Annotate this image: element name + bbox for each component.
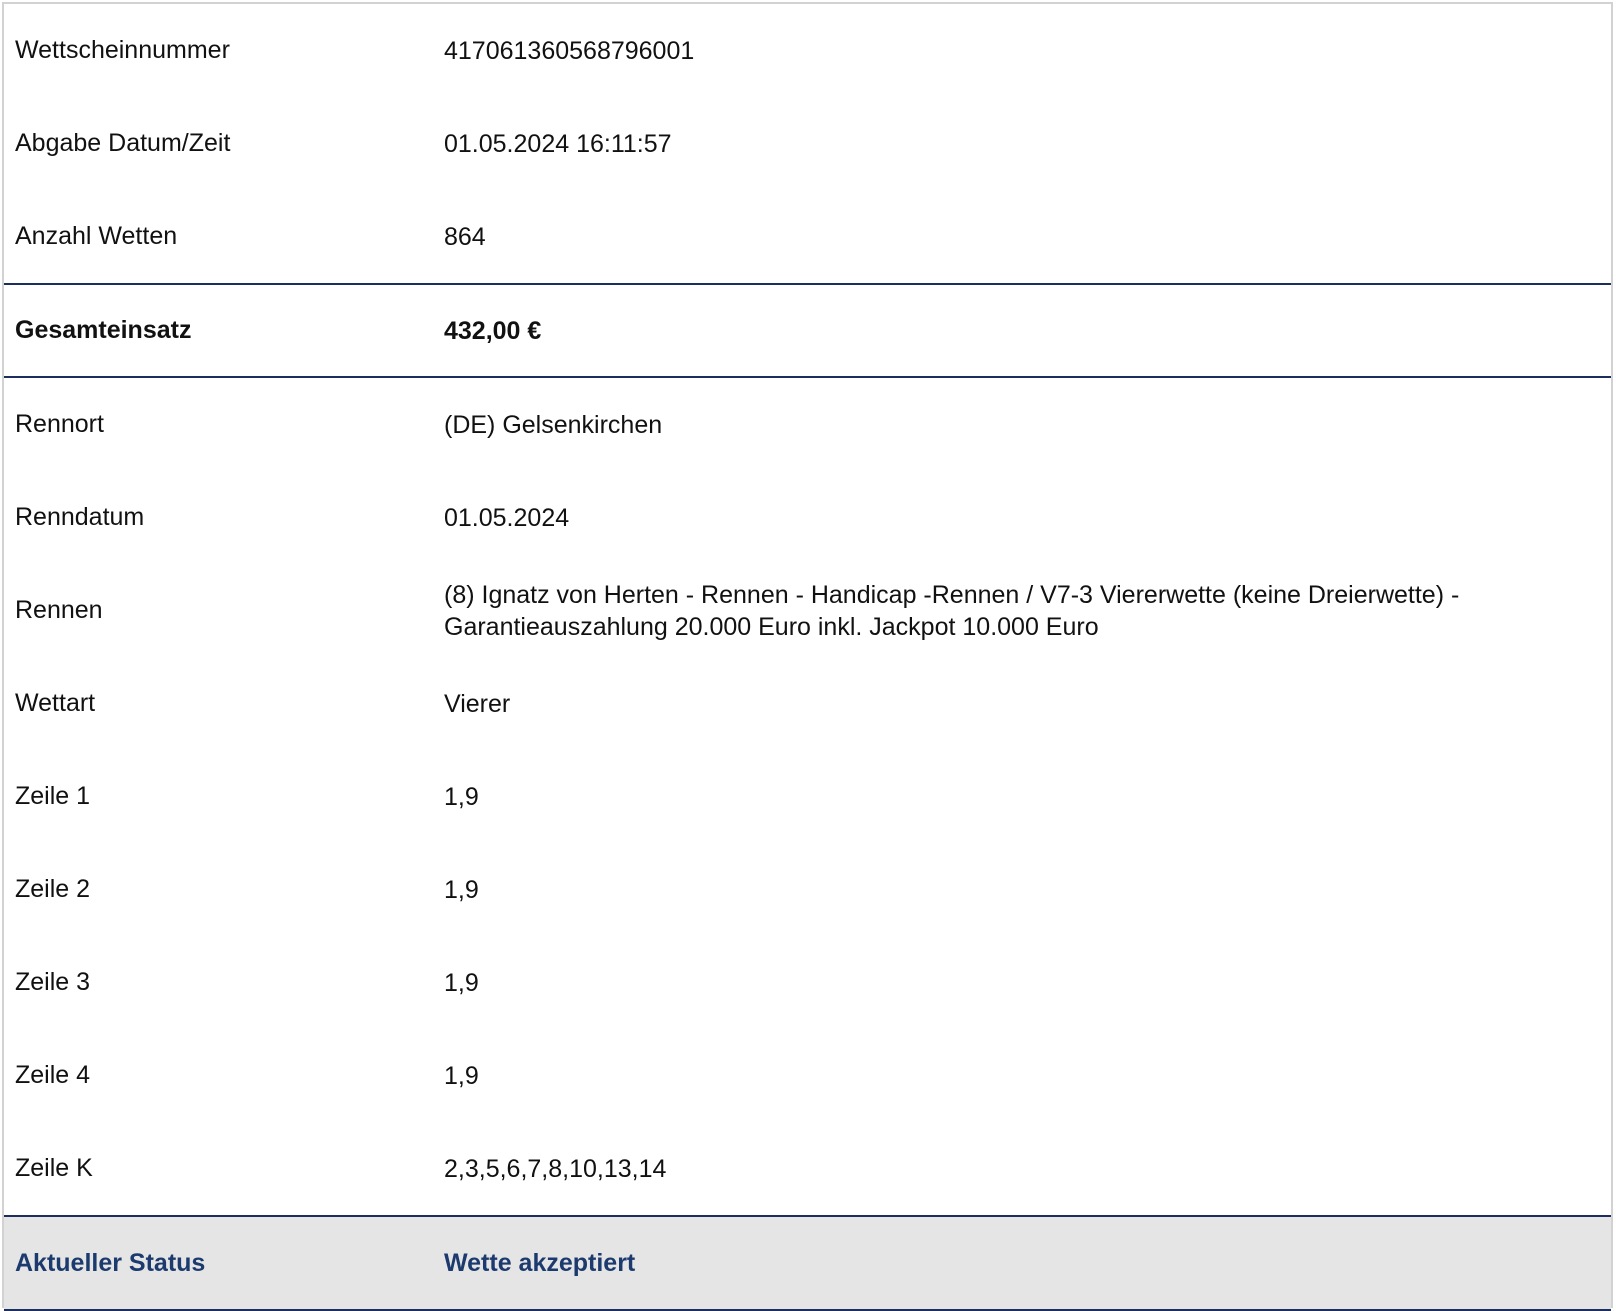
row-line-k: Zeile K 2,3,5,6,7,8,10,13,14 [4, 1122, 1611, 1215]
row-submitted-at: Abgabe Datum/Zeit 01.05.2024 16:11:57 [4, 97, 1611, 190]
line-2-value: 1,9 [444, 875, 479, 904]
row-line-4: Zeile 4 1,9 [4, 1029, 1611, 1122]
race-value: (8) Ignatz von Herten - Rennen - Handica… [444, 580, 1460, 641]
race-label: Rennen [15, 596, 103, 624]
row-race-date: Renndatum 01.05.2024 [4, 471, 1611, 564]
line-k-value: 2,3,5,6,7,8,10,13,14 [444, 1154, 667, 1183]
bet-count-label: Anzahl Wetten [15, 222, 178, 250]
submitted-at-value: 01.05.2024 16:11:57 [444, 129, 672, 158]
line-3-label: Zeile 3 [15, 968, 91, 996]
status-label: Aktueller Status [15, 1248, 206, 1277]
row-ticket-number: Wettscheinnummer 417061360568796001 [4, 4, 1611, 97]
line-3-value: 1,9 [444, 968, 479, 997]
submitted-at-label: Abgabe Datum/Zeit [15, 129, 231, 157]
race-date-value: 01.05.2024 [444, 503, 570, 532]
row-line-1: Zeile 1 1,9 [4, 750, 1611, 843]
row-status: Aktueller Status Wette akzeptiert [4, 1215, 1611, 1311]
row-race: Rennen (8) Ignatz von Herten - Rennen - … [4, 564, 1611, 657]
bet-type-label: Wettart [15, 689, 96, 717]
line-2-label: Zeile 2 [15, 875, 91, 903]
venue-label: Rennort [15, 410, 104, 438]
line-k-label: Zeile K [15, 1154, 93, 1182]
line-1-label: Zeile 1 [15, 782, 91, 810]
bet-ticket-details: Wettscheinnummer 417061360568796001 Abga… [2, 2, 1613, 1311]
row-bet-count: Anzahl Wetten 864 [4, 190, 1611, 283]
line-4-value: 1,9 [444, 1061, 479, 1090]
row-bet-type: Wettart Vierer [4, 657, 1611, 750]
total-stake-value: 432,00 € [444, 316, 542, 345]
status-value: Wette akzeptiert [444, 1249, 636, 1277]
total-stake-label: Gesamteinsatz [15, 316, 192, 344]
race-date-label: Renndatum [15, 503, 145, 531]
row-total-stake: Gesamteinsatz 432,00 € [4, 283, 1611, 378]
venue-value: (DE) Gelsenkirchen [444, 410, 663, 439]
line-1-value: 1,9 [444, 782, 479, 811]
line-4-label: Zeile 4 [15, 1061, 91, 1089]
row-venue: Rennort (DE) Gelsenkirchen [4, 378, 1611, 471]
row-line-2: Zeile 2 1,9 [4, 843, 1611, 936]
bet-count-value: 864 [444, 222, 486, 251]
bet-type-value: Vierer [444, 689, 511, 718]
row-line-3: Zeile 3 1,9 [4, 936, 1611, 1029]
ticket-number-value: 417061360568796001 [444, 36, 695, 65]
ticket-number-label: Wettscheinnummer [15, 36, 230, 64]
